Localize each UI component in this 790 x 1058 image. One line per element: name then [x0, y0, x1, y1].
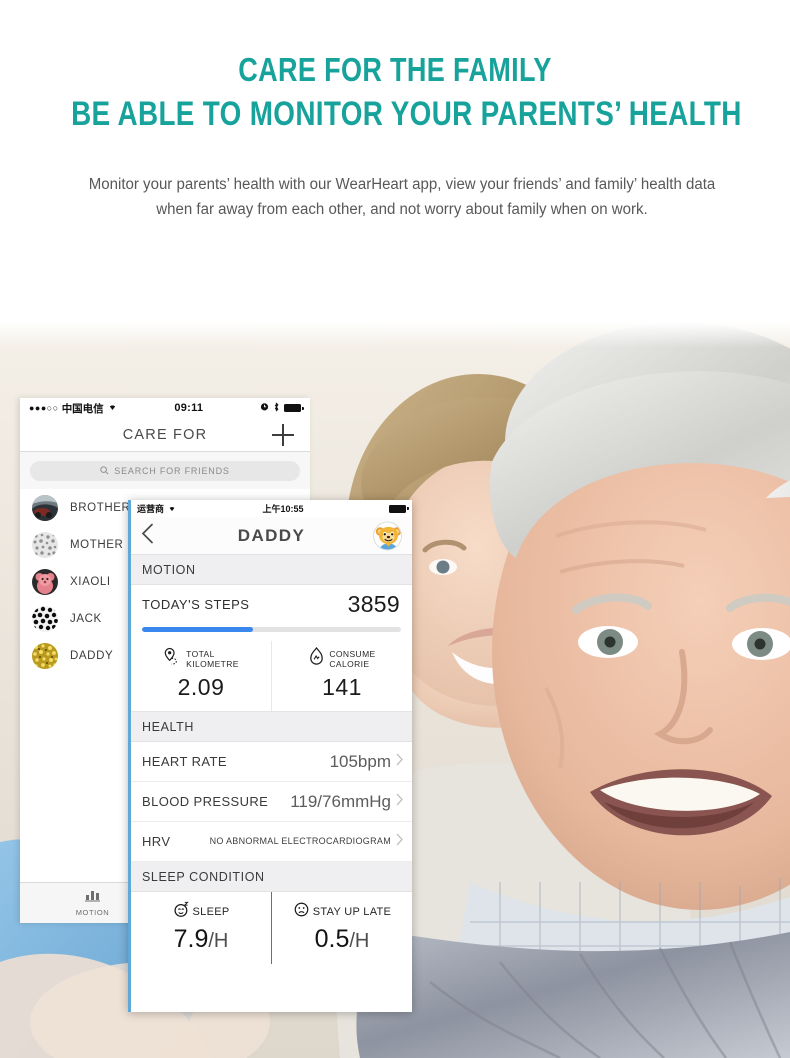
progress-fill [142, 627, 254, 632]
search-placeholder: SEARCH FOR FRIENDS [114, 466, 230, 476]
page-title-line2: BE ABLE TO MONITOR YOUR PARENTS’ HEALTH [71, 95, 742, 133]
chevron-right-icon [396, 833, 403, 851]
card-label-line1: TOTAL [186, 649, 215, 659]
avatar [32, 605, 58, 632]
row-heart-rate[interactable]: HEART RATE 105bpm [131, 742, 412, 782]
card-number: 7.9 [173, 925, 209, 953]
card-number: 0.5 [314, 925, 350, 953]
sleep-cards: SLEEP 7.9/H STAY UP LATE 0.5/H [131, 892, 412, 964]
friend-name: DADDY [70, 649, 114, 662]
clock-label: 09:11 [174, 402, 204, 414]
alarm-icon [260, 402, 269, 414]
phone-screen-daddy: 运营商 上午10:55 DADDY MOTION TODAY'S STEPS 3… [128, 500, 412, 1012]
row-value: NO ABNORMAL ELECTROCARDIOGRAM [209, 836, 391, 846]
chevron-right-icon [396, 793, 403, 811]
plus-icon[interactable] [270, 422, 296, 448]
card-value: 141 [322, 674, 362, 700]
card-unit: /H [208, 930, 229, 952]
nav-bar-right-phone: DADDY [131, 517, 412, 555]
wifi-icon [167, 504, 177, 514]
avatar [32, 494, 58, 521]
motion-cards: TOTAL KILOMETRE 2.09 CONSUME CALORIE 141 [131, 641, 412, 712]
sad-face-icon [293, 901, 310, 923]
flame-icon [308, 646, 325, 671]
bear-avatar[interactable] [373, 521, 402, 550]
row-value: 105bpm [329, 751, 391, 771]
card-unit: /H [349, 930, 370, 952]
row-blood-pressure[interactable]: BLOOD PRESSURE 119/76mmHg [131, 782, 412, 822]
row-key: HEART RATE [142, 754, 227, 769]
card-stay-up-late[interactable]: STAY UP LATE 0.5/H [271, 892, 412, 964]
page-title-line1: CARE FOR THE FAMILY [238, 51, 552, 88]
progress-track [142, 627, 401, 632]
status-bar-right-phone: 运营商 上午10:55 [131, 500, 412, 517]
avatar [32, 531, 58, 558]
card-sleep[interactable]: SLEEP 7.9/H [131, 892, 271, 964]
friend-name: MOTHER [70, 538, 124, 551]
card-total-kilometre[interactable]: TOTAL KILOMETRE 2.09 [131, 641, 271, 711]
hero-body-text: Monitor your parents’ health with our We… [88, 176, 716, 218]
steps-value: 3859 [347, 590, 400, 617]
card-value: 2.09 [177, 674, 225, 700]
battery-icon [389, 504, 409, 513]
bluetooth-icon [273, 401, 280, 415]
carrier-label: 中国电信 [61, 402, 104, 415]
steps-row[interactable]: TODAY'S STEPS 3859 [131, 585, 412, 623]
row-value: 119/76mmHg [290, 791, 391, 811]
search-area: SEARCH FOR FRIENDS [20, 452, 310, 489]
bar-chart-icon [85, 889, 100, 906]
sleeping-face-icon [173, 901, 190, 923]
screen-title: CARE FOR [122, 426, 208, 443]
friend-name: XIAOLI [70, 575, 111, 588]
screen-title: DADDY [237, 525, 306, 545]
card-value: 0.5/H [272, 925, 412, 954]
card-value: 7.9/H [131, 925, 271, 954]
section-header-motion: MOTION [131, 555, 412, 585]
friend-name: JACK [70, 612, 102, 625]
steps-progress [131, 623, 412, 641]
row-key: BLOOD PRESSURE [142, 794, 269, 809]
row-hrv[interactable]: HRV NO ABNORMAL ELECTROCARDIOGRAM [131, 822, 412, 862]
location-pin-icon [163, 647, 182, 671]
card-label: STAY UP LATE [312, 906, 392, 918]
card-label-line2: CALORIE [329, 659, 370, 669]
battery-icon [284, 404, 304, 412]
avatar [32, 568, 58, 595]
clock-label: 上午10:55 [262, 504, 304, 514]
signal-dots-icon: ●●●○○ [29, 403, 59, 413]
card-label: SLEEP [192, 906, 230, 918]
status-bar-left-phone: ●●●○○ 中国电信 09:11 [20, 398, 310, 418]
chevron-right-icon [396, 753, 403, 771]
row-key: HRV [142, 834, 171, 849]
section-header-health: HEALTH [131, 712, 412, 742]
back-chevron-icon[interactable] [141, 522, 154, 549]
nav-bar-left-phone: CARE FOR [20, 418, 310, 452]
carrier-label: 运营商 [137, 504, 165, 514]
section-header-sleep: SLEEP CONDITION [131, 862, 412, 892]
hero-heading-block: CARE FOR THE FAMILY BE ABLE TO MONITOR Y… [0, 48, 790, 136]
wifi-icon [107, 402, 118, 414]
search-input[interactable]: SEARCH FOR FRIENDS [30, 461, 300, 481]
search-icon [100, 462, 109, 480]
card-label-line1: CONSUME [329, 649, 376, 659]
steps-label: TODAY'S STEPS [142, 596, 250, 612]
avatar [32, 642, 58, 669]
card-consume-calorie[interactable]: CONSUME CALORIE 141 [271, 641, 412, 711]
card-label-line2: KILOMETRE [186, 659, 239, 669]
friend-name: BROTHER [70, 501, 131, 514]
